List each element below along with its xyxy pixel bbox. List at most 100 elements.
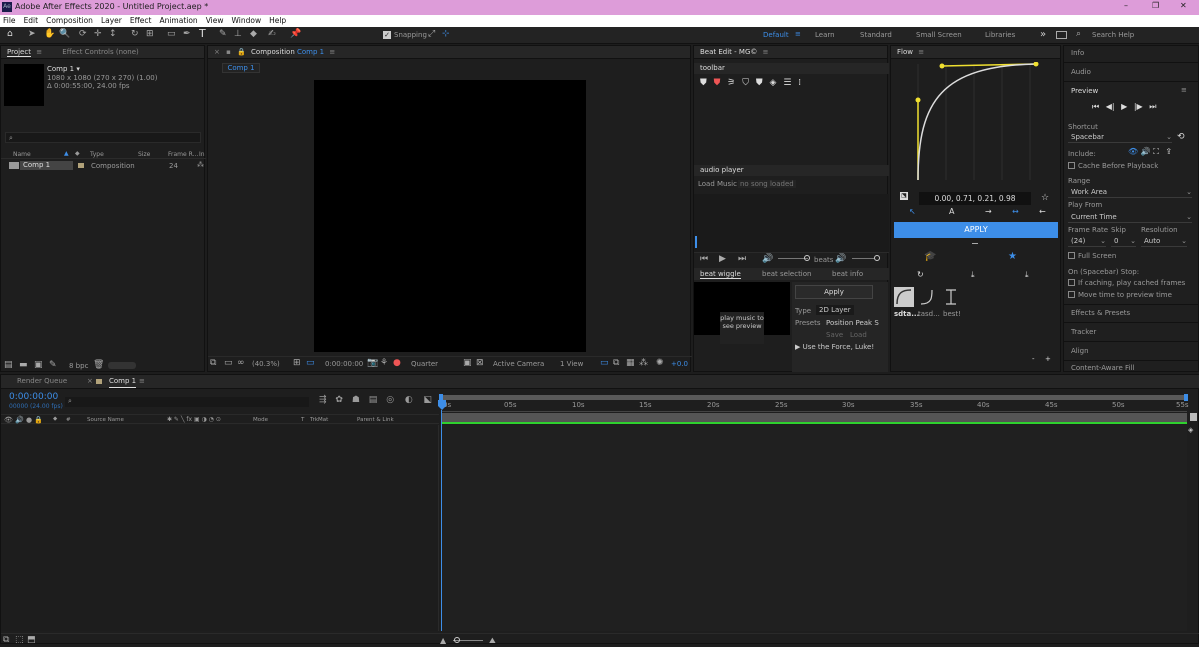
dolly-tool-icon[interactable]: ↕ (109, 28, 117, 41)
zoom-in-icon[interactable]: ⛰ (489, 634, 496, 647)
previous-frame-icon[interactable]: ◀| (1106, 102, 1115, 111)
exposure-icon[interactable]: ✺ (656, 357, 664, 370)
frame-blending-icon[interactable]: ▤ (369, 395, 378, 405)
hand-tool-icon[interactable]: ✋ (44, 28, 55, 41)
column-type[interactable]: Type (90, 151, 104, 158)
column-frame-rate[interactable]: Frame R... (168, 151, 198, 158)
workspace-default[interactable]: Default (763, 31, 789, 39)
tab-project[interactable]: Project (7, 48, 31, 57)
roto-brush-tool-icon[interactable]: ✍ (268, 28, 276, 41)
snapping-checkbox[interactable]: ✓ (383, 31, 391, 39)
maximize-button[interactable]: ❐ (1152, 1, 1159, 10)
vr-icon[interactable]: ∞ (237, 357, 245, 370)
arrow-both-icon[interactable]: ↔ (1012, 207, 1019, 216)
motion-blur-icon[interactable]: ◎ (386, 395, 394, 405)
menu-file[interactable]: File (3, 15, 16, 27)
move-tool-icon[interactable]: ✛ (94, 28, 102, 41)
layer-switches-toggle-icon[interactable]: ⧉ (3, 634, 9, 647)
zoom-tool-icon[interactable]: 🔍 (59, 28, 70, 41)
beat-grid-icon[interactable]: ⁞ (798, 78, 801, 88)
column-name[interactable]: Name (13, 151, 31, 158)
preset-thumb-2[interactable] (918, 287, 938, 307)
panel-menu-icon[interactable]: ≡ (763, 48, 769, 56)
close-button[interactable]: ✕ (1180, 1, 1187, 10)
column-parent-link[interactable]: Parent & Link (357, 417, 394, 423)
import-icon[interactable]: ⤓ (971, 270, 975, 280)
tab-composition-name[interactable]: Comp 1 (297, 48, 324, 56)
frame-rate-dropdown[interactable]: (24) ⌄ (1068, 237, 1106, 247)
beats-slider[interactable] (852, 258, 874, 259)
skip-back-icon[interactable]: ⏮ (700, 253, 708, 266)
tab-comp1-timeline[interactable]: Comp 1 (109, 375, 137, 388)
comp-name[interactable]: Comp 1 ▾ (47, 65, 80, 73)
channel-icon[interactable]: ● (393, 357, 401, 370)
pen-tool-icon[interactable]: ✒ (183, 28, 191, 41)
beats-volume-icon[interactable]: 🔊 (835, 253, 846, 266)
full-screen-checkbox[interactable] (1068, 252, 1075, 259)
region-of-interest-icon[interactable]: ▣ (463, 357, 472, 370)
zoom-out-icon[interactable]: ▲ (440, 634, 446, 647)
skip-forward-icon[interactable]: ⏭ (738, 253, 746, 266)
include-overlays-icon[interactable]: ⛶ (1153, 147, 1159, 156)
snap-options-icon[interactable]: ⤢ (428, 28, 435, 41)
tab-beat-selection[interactable]: beat selection (762, 270, 811, 278)
search-help-input[interactable]: Search Help (1092, 31, 1192, 39)
panel-menu-icon[interactable]: ≡ (918, 48, 924, 56)
resolution-grid-icon[interactable]: ⊞ (293, 357, 301, 370)
snapshot-icon[interactable]: 📷 (367, 357, 378, 370)
column-mode[interactable]: Mode (253, 417, 268, 423)
tab-beat-edit[interactable]: Beat Edit - MG© (700, 48, 757, 56)
workspace-toggle-icon[interactable] (1056, 31, 1067, 39)
learn-cap-icon[interactable]: 🎓 (924, 251, 936, 262)
playhead-marker[interactable] (695, 236, 697, 248)
draft-3d-icon[interactable]: ✿ (335, 395, 343, 405)
arrow-right-icon[interactable]: → (985, 207, 992, 216)
beat-wiggle-icon[interactable]: ⛊ (756, 78, 763, 88)
project-zoom-slider[interactable] (108, 362, 136, 369)
load-preset-button[interactable]: Load (850, 331, 867, 339)
save-preset-button[interactable]: Save (826, 331, 843, 339)
copy-curve-icon[interactable]: ⬔ (900, 192, 908, 200)
cache-before-playback-checkbox[interactable] (1068, 162, 1075, 169)
puppet-pin-tool-icon[interactable]: 📌 (290, 28, 301, 41)
shy-icon[interactable]: ☗ (352, 395, 360, 405)
workspace-libraries[interactable]: Libraries (985, 31, 1015, 39)
workspace-menu-icon[interactable]: ≡ (795, 30, 801, 38)
include-audio-icon[interactable]: 🔊 (1141, 147, 1151, 156)
beats-knob[interactable] (874, 255, 880, 261)
sort-ascending-icon[interactable]: ▲ (64, 150, 69, 157)
graph-editor-icon[interactable]: ◐ (405, 395, 413, 405)
preview-panel-title[interactable]: Preview (1071, 87, 1098, 95)
menu-layer[interactable]: Layer (101, 15, 122, 27)
workspace-small-screen[interactable]: Small Screen (916, 31, 962, 39)
pan-behind-tool-icon[interactable]: ⊞ (146, 28, 154, 41)
workspace-standard[interactable]: Standard (860, 31, 892, 39)
apply-wiggle-button[interactable]: Apply (795, 285, 873, 299)
panel-menu-icon[interactable]: ≡ (329, 48, 335, 56)
timeline-icon[interactable]: ▦ (626, 357, 635, 370)
column-in[interactable]: In (199, 151, 205, 158)
magnification-dropdown[interactable]: (40.3%) (252, 360, 280, 368)
render-time-icon[interactable]: ⬒ (27, 634, 36, 647)
type-dropdown[interactable]: 2D Layer (816, 305, 854, 315)
tab-composition[interactable]: Composition (251, 48, 295, 56)
column-trkmat[interactable]: TrkMat (310, 417, 328, 423)
transfer-controls-icon[interactable]: ⬚ (15, 634, 24, 647)
exposure-value[interactable]: +0.0 (671, 360, 688, 368)
menu-view[interactable]: View (206, 15, 224, 27)
project-settings-icon[interactable]: ✎ (49, 359, 57, 372)
refresh-icon[interactable]: ↻ (917, 270, 924, 279)
eraser-tool-icon[interactable]: ◆ (250, 28, 257, 41)
remove-preset-button[interactable]: - (1032, 355, 1035, 363)
flow-curve-graph[interactable] (914, 62, 1040, 182)
type-tool-icon[interactable]: T (199, 27, 206, 40)
menu-window[interactable]: Window (232, 15, 262, 27)
skip-dropdown[interactable]: 0 ⌄ (1111, 237, 1136, 247)
volume-icon[interactable]: 🔊 (762, 253, 773, 266)
beat-diamond-icon[interactable]: ◈ (770, 78, 777, 88)
beat-markers-icon[interactable]: ⚞ (727, 78, 735, 88)
new-composition-icon[interactable]: ▣ (34, 359, 43, 372)
menu-composition[interactable]: Composition (46, 15, 93, 27)
add-preset-button[interactable]: + (1045, 355, 1051, 363)
move-time-checkbox[interactable] (1068, 291, 1075, 298)
